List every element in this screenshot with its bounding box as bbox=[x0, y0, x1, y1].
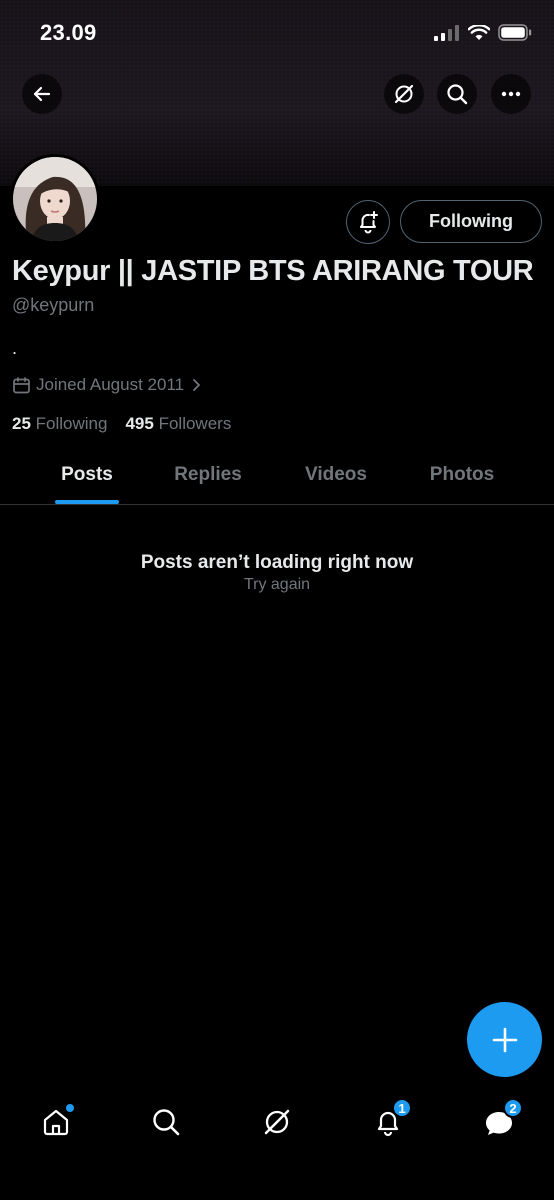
tab-replies[interactable]: Replies bbox=[174, 464, 242, 486]
grok-icon bbox=[264, 1109, 290, 1135]
handle: @keypurn bbox=[12, 295, 95, 315]
joined-date[interactable]: Joined August 2011 bbox=[12, 375, 203, 395]
avatar[interactable] bbox=[10, 154, 100, 244]
followers-count: 495 bbox=[125, 414, 154, 433]
notify-button[interactable] bbox=[346, 200, 390, 244]
nav-home[interactable] bbox=[32, 1098, 80, 1146]
tab-posts[interactable]: Posts bbox=[61, 464, 113, 486]
chevron-right-icon bbox=[193, 379, 200, 391]
status-icons bbox=[434, 24, 532, 41]
following-button[interactable]: Following bbox=[400, 200, 542, 243]
following-stat[interactable]: 25 Following bbox=[12, 414, 107, 434]
nav-notifications[interactable]: 1 bbox=[364, 1098, 412, 1146]
try-again-link[interactable]: Try again bbox=[244, 576, 310, 593]
bottom-nav: 1 2 bbox=[0, 1090, 554, 1154]
calendar-icon bbox=[13, 376, 30, 393]
profile-tabs: Posts Replies Videos Photos bbox=[0, 450, 554, 505]
compose-button[interactable] bbox=[467, 1002, 542, 1077]
bell-plus-icon bbox=[360, 211, 378, 234]
following-count: 25 bbox=[12, 414, 31, 433]
search-icon bbox=[447, 84, 468, 105]
messages-badge: 2 bbox=[503, 1098, 523, 1118]
nav-messages[interactable]: 2 bbox=[475, 1098, 523, 1146]
nav-search[interactable] bbox=[142, 1098, 190, 1146]
feed-error-title: Posts aren’t loading right now bbox=[140, 552, 414, 573]
home-icon bbox=[43, 1109, 69, 1136]
search-icon bbox=[153, 1109, 180, 1136]
status-bar: 23.09 bbox=[0, 0, 554, 66]
notifications-badge: 1 bbox=[392, 1098, 412, 1118]
display-name: Keypur || JASTIP BTS ARIRANG TOUR bbox=[12, 255, 534, 287]
plus-icon bbox=[492, 1027, 517, 1052]
active-tab-indicator bbox=[55, 500, 119, 504]
nav-grok[interactable] bbox=[253, 1098, 301, 1146]
status-time: 23.09 bbox=[40, 20, 97, 45]
joined-label: Joined August 2011 bbox=[36, 375, 185, 394]
followers-label: Followers bbox=[158, 414, 232, 433]
more-button[interactable] bbox=[491, 74, 531, 114]
cellular-signal-icon bbox=[434, 24, 459, 41]
back-arrow-icon bbox=[33, 86, 51, 102]
following-label: Following bbox=[35, 414, 108, 433]
search-button[interactable] bbox=[437, 74, 477, 114]
home-unread-dot bbox=[66, 1104, 74, 1112]
tab-videos[interactable]: Videos bbox=[305, 464, 367, 486]
battery-icon bbox=[498, 24, 532, 41]
grok-button[interactable] bbox=[384, 74, 424, 114]
grok-icon bbox=[394, 84, 414, 104]
avatar-image bbox=[13, 157, 97, 241]
followers-stat[interactable]: 495 Followers bbox=[125, 414, 231, 434]
wifi-icon bbox=[468, 24, 490, 40]
more-icon bbox=[501, 91, 521, 97]
follow-stats: 25 Following 495 Followers bbox=[12, 414, 231, 434]
back-button[interactable] bbox=[22, 74, 62, 114]
tab-photos[interactable]: Photos bbox=[430, 464, 494, 486]
retry-link-wrapper: Try again bbox=[0, 576, 554, 594]
bio: . bbox=[12, 338, 18, 358]
